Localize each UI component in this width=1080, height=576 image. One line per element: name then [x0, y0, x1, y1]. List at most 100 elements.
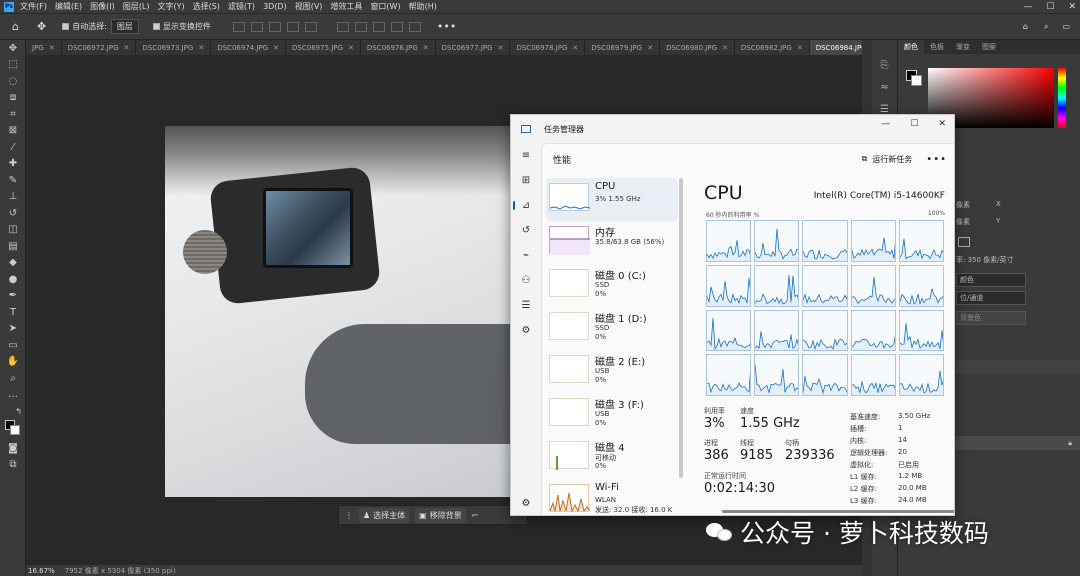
- background-color-button[interactable]: 背景色: [956, 311, 1026, 325]
- close-tab-icon[interactable]: ✕: [273, 44, 279, 52]
- dodge-tool-icon[interactable]: ●: [0, 271, 26, 288]
- quick-mask-icon[interactable]: ◙: [0, 440, 26, 457]
- distribute-bottom-icon[interactable]: [408, 21, 421, 32]
- tab-swatches[interactable]: 色板: [924, 40, 950, 54]
- distribute-right-icon[interactable]: [372, 21, 385, 32]
- auto-select-dropdown[interactable]: 图层: [110, 19, 139, 34]
- type-tool-icon[interactable]: T: [0, 304, 26, 321]
- startup-apps-icon[interactable]: ⌁: [511, 243, 541, 268]
- menu-view[interactable]: 视图(V): [295, 1, 323, 12]
- device-item-disk0[interactable]: 磁盘 0 (C:) SSD 0%: [546, 264, 678, 307]
- close-tab-icon[interactable]: ✕: [797, 44, 803, 52]
- close-icon[interactable]: ✕: [1068, 2, 1076, 12]
- close-tab-icon[interactable]: ✕: [572, 44, 578, 52]
- run-new-task-button[interactable]: ⧉ 运行新任务: [862, 154, 913, 165]
- brush-settings-icon[interactable]: ≈: [872, 76, 897, 98]
- align-top-icon[interactable]: [286, 21, 299, 32]
- align-left-icon[interactable]: [232, 21, 245, 32]
- device-item-disk1[interactable]: 磁盘 1 (D:) SSD 0%: [546, 307, 678, 350]
- app-history-icon[interactable]: ↺: [511, 218, 541, 243]
- doc-tab[interactable]: DSC06979.JPG ✕: [585, 40, 661, 55]
- close-icon[interactable]: ✕: [938, 119, 946, 129]
- processes-icon[interactable]: ⊞: [511, 168, 541, 193]
- tab-gradients[interactable]: 渐变: [950, 40, 976, 54]
- crop-tool-icon[interactable]: ⌗: [0, 106, 26, 123]
- gradient-tool-icon[interactable]: ▤: [0, 238, 26, 255]
- minimize-icon[interactable]: —: [881, 119, 890, 129]
- move-tool-icon[interactable]: ✥: [37, 20, 46, 33]
- align-right-icon[interactable]: [268, 21, 281, 32]
- device-item-disk4[interactable]: 磁盘 4 可移动 0%: [546, 436, 678, 479]
- swap-colors-icon[interactable]: ↰: [0, 403, 26, 420]
- drag-handle-icon[interactable]: ⋮: [345, 511, 353, 520]
- menu-image[interactable]: 图像(I): [90, 1, 115, 12]
- doc-tab[interactable]: DSC06975.JPG ✕: [286, 40, 361, 55]
- hue-slider[interactable]: [1058, 68, 1066, 128]
- stamp-tool-icon[interactable]: ⊥: [0, 189, 26, 206]
- menu-plugins[interactable]: 增效工具: [330, 1, 362, 12]
- doc-tab[interactable]: DSC06972.JPG ✕: [61, 40, 137, 55]
- align-center-icon[interactable]: [250, 21, 263, 32]
- doc-tab[interactable]: DSC06978.JPG ✕: [510, 40, 586, 55]
- device-item-wifi[interactable]: Wi-Fi WLAN 发送: 32.0 接收: 16.0 K: [546, 479, 678, 515]
- frame-tool-icon[interactable]: ⊠: [0, 123, 26, 140]
- users-icon[interactable]: ⚇: [511, 268, 541, 293]
- blur-tool-icon[interactable]: ◆: [0, 255, 26, 272]
- screen-mode-icon[interactable]: ⧉: [0, 457, 26, 474]
- history-brush-icon[interactable]: ↺: [0, 205, 26, 222]
- select-subject-button[interactable]: ♟ 选择主体: [359, 507, 410, 523]
- remove-background-button[interactable]: ▣ 移除背景: [415, 507, 466, 523]
- close-tab-icon[interactable]: ✕: [647, 44, 653, 52]
- details-icon[interactable]: ☰: [511, 293, 541, 318]
- close-tab-icon[interactable]: ✕: [348, 44, 354, 52]
- distribute-left-icon[interactable]: [336, 21, 349, 32]
- object-select-tool-icon[interactable]: ⧈: [0, 90, 26, 107]
- image-icon[interactable]: [958, 237, 970, 247]
- transform-icon[interactable]: ⌐: [472, 511, 479, 520]
- device-item-cpu[interactable]: CPU 3% 1.55 GHz: [546, 178, 678, 221]
- menu-edit[interactable]: 编辑(E): [55, 1, 82, 12]
- workspace-icon[interactable]: ▭: [1062, 22, 1070, 31]
- settings-icon[interactable]: ⚙: [511, 491, 541, 515]
- doc-tab-active[interactable]: DSC06984.JPG @ 16.7%(RGB/8)✕: [809, 40, 862, 55]
- menu-type[interactable]: 文字(Y): [157, 1, 184, 12]
- device-list-scrollbar[interactable]: [679, 178, 683, 478]
- path-select-icon[interactable]: ➤: [0, 321, 26, 338]
- doc-tab[interactable]: JPG ✕: [26, 40, 62, 55]
- share-icon[interactable]: ⌂: [1023, 22, 1028, 31]
- auto-select-checkbox[interactable]: [62, 23, 70, 30]
- healing-brush-icon[interactable]: ✚: [0, 156, 26, 173]
- detail-scrollbar[interactable]: [722, 510, 954, 513]
- device-item-memory[interactable]: 内存 35.8/63.8 GB (56%): [546, 221, 678, 264]
- lasso-tool-icon[interactable]: ◌: [0, 73, 26, 90]
- menu-window[interactable]: 窗口(W): [370, 1, 400, 12]
- maximize-icon[interactable]: ☐: [910, 119, 918, 129]
- pen-tool-icon[interactable]: ✒: [0, 288, 26, 305]
- tab-color[interactable]: 颜色: [898, 40, 924, 54]
- rectangle-tool-icon[interactable]: ▭: [0, 337, 26, 354]
- close-tab-icon[interactable]: ✕: [49, 44, 55, 52]
- doc-tab[interactable]: DSC06973.JPG ✕: [136, 40, 212, 55]
- eyedropper-tool-icon[interactable]: ⁄: [0, 139, 26, 156]
- edit-toolbar-icon[interactable]: …: [0, 387, 26, 404]
- close-tab-icon[interactable]: ✕: [124, 44, 130, 52]
- show-transform-checkbox[interactable]: [152, 23, 160, 30]
- menu-3d[interactable]: 3D(D): [263, 2, 287, 11]
- close-tab-icon[interactable]: ✕: [722, 44, 728, 52]
- more-options-icon[interactable]: •••: [437, 20, 456, 33]
- performance-icon[interactable]: ⊿: [511, 193, 541, 218]
- close-tab-icon[interactable]: ✕: [498, 44, 504, 52]
- menu-file[interactable]: 文件(F): [20, 1, 47, 12]
- zoom-tool-icon[interactable]: ⌕: [0, 370, 26, 387]
- mode-dropdown[interactable]: 颜色: [956, 273, 1026, 287]
- doc-tab[interactable]: DSC06977.JPG ✕: [435, 40, 511, 55]
- document-image[interactable]: [165, 126, 510, 497]
- services-icon[interactable]: ⚙: [511, 318, 541, 343]
- bit-depth-dropdown[interactable]: 位/通道: [956, 291, 1026, 305]
- menu-filter[interactable]: 滤镜(T): [228, 1, 255, 12]
- color-swatches-icon[interactable]: [0, 419, 26, 437]
- device-item-disk3[interactable]: 磁盘 3 (F:) USB 0%: [546, 393, 678, 436]
- home-icon[interactable]: ⌂: [12, 20, 19, 33]
- zoom-level[interactable]: 16.67%: [28, 567, 55, 575]
- artboard-tool-icon[interactable]: ⬚: [0, 57, 26, 74]
